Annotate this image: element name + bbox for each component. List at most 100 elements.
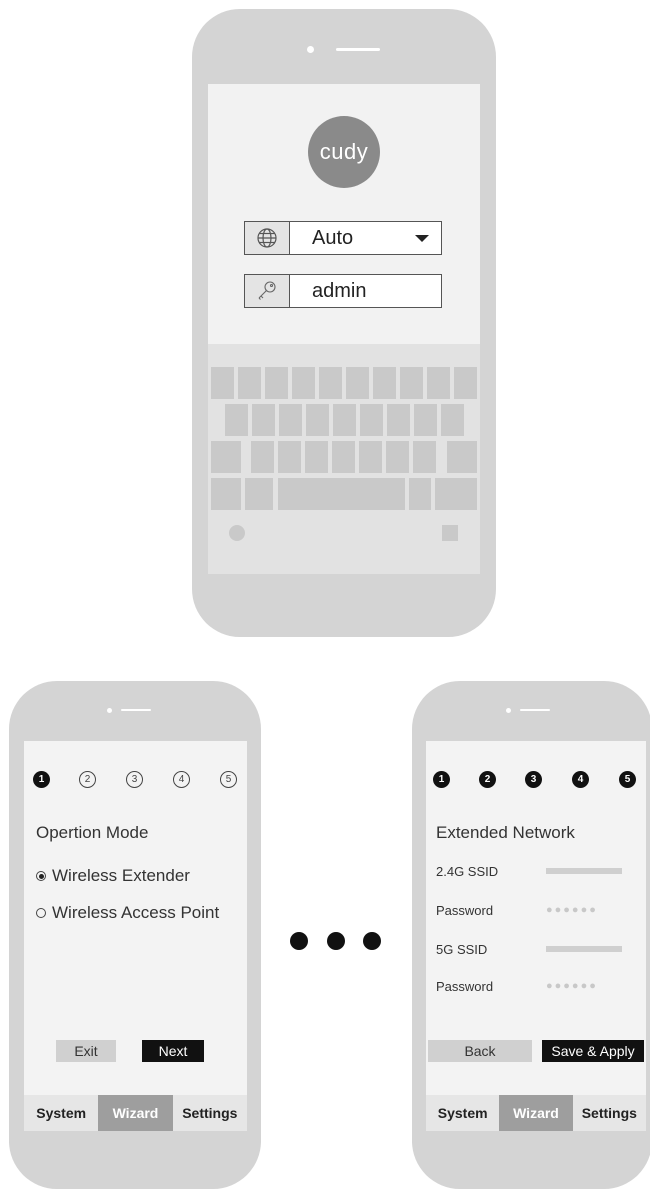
ellipsis-dot: [290, 932, 308, 950]
step-3: 3: [126, 771, 143, 788]
keyboard-key[interactable]: [414, 404, 437, 436]
step-5: 5: [619, 771, 636, 788]
step-1: 1: [33, 771, 50, 788]
login-screen: cudy Auto admin: [208, 84, 480, 574]
keyboard-key[interactable]: [373, 367, 396, 399]
password-24g-row: Password ●●●●●●: [436, 900, 636, 920]
language-select[interactable]: Auto: [244, 221, 442, 255]
radio-unselected-icon[interactable]: [36, 908, 46, 918]
keyboard-key[interactable]: [265, 367, 288, 399]
step-3: 3: [525, 771, 542, 788]
speaker-bar: [336, 48, 380, 51]
step-2: 2: [479, 771, 496, 788]
keyboard-key[interactable]: [400, 367, 423, 399]
section-title: Opertion Mode: [36, 823, 149, 842]
camera-dot: [307, 46, 314, 53]
key-icon: [245, 275, 290, 307]
keyboard-key[interactable]: [360, 404, 383, 436]
keyboard-key[interactable]: [346, 367, 369, 399]
ellipsis-dot: [327, 932, 345, 950]
mic-key-indicator[interactable]: [442, 525, 458, 541]
wizard-step1-phone: 1 2 3 4 5 Opertion Mode Wireless Extende…: [9, 681, 261, 1189]
keyboard-key[interactable]: [292, 367, 315, 399]
keyboard-key[interactable]: [386, 441, 409, 473]
password-5g-input[interactable]: ●●●●●●: [546, 980, 598, 992]
field-label: Password: [436, 902, 494, 918]
exit-button[interactable]: Exit: [56, 1040, 116, 1062]
keyboard-key[interactable]: [387, 404, 410, 436]
save-apply-button[interactable]: Save & Apply: [542, 1040, 644, 1062]
tab-wizard[interactable]: Wizard: [499, 1095, 573, 1131]
step-4: 4: [572, 771, 589, 788]
space-key[interactable]: [278, 478, 405, 510]
field-label: 5G SSID: [436, 941, 488, 957]
tab-settings[interactable]: Settings: [173, 1095, 247, 1131]
chevron-down-icon[interactable]: [415, 234, 429, 242]
field-label: Password: [436, 978, 494, 994]
password-5g-row: Password ●●●●●●: [436, 976, 636, 996]
option-wireless-extender[interactable]: Wireless Extender: [36, 866, 190, 886]
keyboard-key[interactable]: [306, 404, 329, 436]
option-wireless-access-point[interactable]: Wireless Access Point: [36, 903, 219, 923]
password-value: admin: [312, 279, 367, 302]
ssid-24g-row: 2.4G SSID: [436, 861, 636, 881]
emoji-key[interactable]: [245, 478, 273, 510]
wizard-step5-phone: 1 2 3 4 5 Extended Network 2.4G SSID Pas…: [412, 681, 650, 1189]
camera-dot: [506, 708, 511, 713]
keyboard-key[interactable]: [278, 441, 301, 473]
keyboard-key[interactable]: [225, 404, 248, 436]
wizard-step5-screen: 1 2 3 4 5 Extended Network 2.4G SSID Pas…: [426, 741, 646, 1131]
keyboard-key[interactable]: [319, 367, 342, 399]
return-key[interactable]: [435, 478, 477, 510]
option-label: Wireless Access Point: [52, 903, 220, 922]
keyboard-key[interactable]: [333, 404, 356, 436]
keyboard-key[interactable]: [211, 367, 234, 399]
password-24g-input[interactable]: ●●●●●●: [546, 904, 598, 916]
step-1: 1: [433, 771, 450, 788]
wizard-step1-screen: 1 2 3 4 5 Opertion Mode Wireless Extende…: [24, 741, 247, 1131]
keyboard-key[interactable]: [279, 404, 302, 436]
keyboard-key[interactable]: [413, 441, 436, 473]
period-key[interactable]: [409, 478, 431, 510]
keyboard-key[interactable]: [305, 441, 328, 473]
ssid-5g-input[interactable]: [546, 946, 622, 952]
keyboard-key[interactable]: [441, 404, 464, 436]
speaker-bar: [121, 709, 151, 711]
globe-icon: [245, 222, 290, 254]
keyboard-key[interactable]: [332, 441, 355, 473]
globe-key-indicator[interactable]: [229, 525, 245, 541]
backspace-key[interactable]: [447, 441, 477, 473]
bottom-tab-bar: System Wizard Settings: [426, 1095, 646, 1131]
ssid-5g-row: 5G SSID: [436, 939, 636, 959]
back-button[interactable]: Back: [428, 1040, 532, 1062]
section-title: Extended Network: [436, 823, 575, 842]
keyboard[interactable]: [208, 344, 480, 574]
ssid-24g-input[interactable]: [546, 868, 622, 874]
radio-selected-icon[interactable]: [36, 871, 46, 881]
option-label: Wireless Extender: [52, 866, 190, 885]
keyboard-key[interactable]: [252, 404, 275, 436]
keyboard-key[interactable]: [238, 367, 261, 399]
keyboard-key[interactable]: [427, 367, 450, 399]
password-field[interactable]: admin: [244, 274, 442, 308]
login-phone: cudy Auto admin: [192, 9, 496, 637]
keyboard-key[interactable]: [251, 441, 274, 473]
step-indicator: 1 2 3 4 5: [426, 771, 646, 791]
keyboard-key[interactable]: [359, 441, 382, 473]
ellipsis-dot: [363, 932, 381, 950]
step-indicator: 1 2 3 4 5: [24, 771, 247, 791]
speaker-bar: [520, 709, 550, 711]
keyboard-key[interactable]: [454, 367, 477, 399]
step-4: 4: [173, 771, 190, 788]
next-button[interactable]: Next: [142, 1040, 204, 1062]
tab-wizard[interactable]: Wizard: [98, 1095, 173, 1131]
camera-dot: [107, 708, 112, 713]
language-value: Auto: [312, 226, 354, 249]
tab-settings[interactable]: Settings: [573, 1095, 646, 1131]
shift-key[interactable]: [211, 441, 241, 473]
tab-system[interactable]: System: [24, 1095, 98, 1131]
cudy-logo: cudy: [308, 116, 380, 188]
bottom-tab-bar: System Wizard Settings: [24, 1095, 247, 1131]
numbers-key[interactable]: [211, 478, 241, 510]
tab-system[interactable]: System: [426, 1095, 499, 1131]
